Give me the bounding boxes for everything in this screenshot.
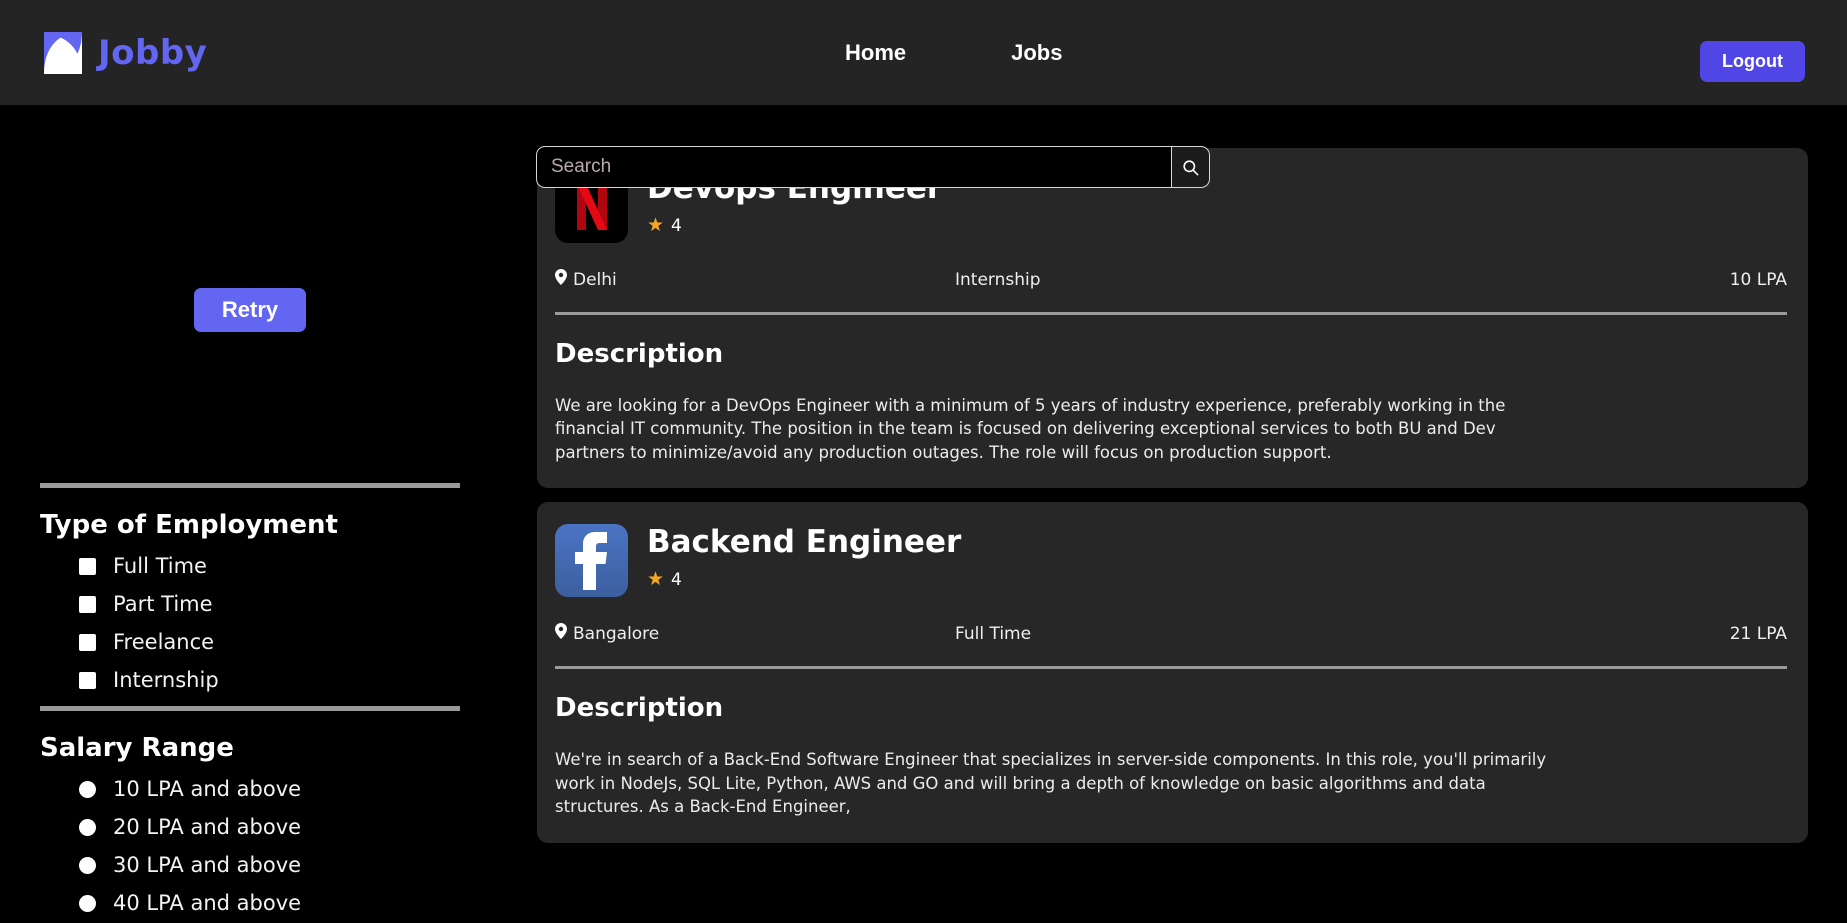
job-location-label: Bangalore <box>573 623 660 644</box>
job-description-text: We are looking for a DevOps Engineer wit… <box>555 396 1506 462</box>
job-location-label: Delhi <box>573 269 617 290</box>
checkbox-internship[interactable] <box>79 671 96 689</box>
salary-option-label: 30 LPA and above <box>113 853 302 877</box>
salary-filter-section: Salary Range 10 LPA and above 20 LPA and… <box>40 733 460 915</box>
star-icon: ★ <box>647 569 665 591</box>
job-description-heading: Description <box>555 339 724 369</box>
job-card-title-block: Backend Engineer ★ 4 <box>647 524 961 590</box>
job-list: Devops Engineer ★ 4 Delhi Internship 10 … <box>500 105 1847 923</box>
checkbox-freelance[interactable] <box>79 633 96 651</box>
employment-option-freelance[interactable]: Freelance <box>79 630 460 654</box>
salary-option-label: 40 LPA and above <box>113 891 302 915</box>
radio-20-lpa[interactable] <box>79 818 96 836</box>
salary-option-40lpa[interactable]: 40 LPA and above <box>79 891 460 915</box>
checkbox-full-time[interactable] <box>79 557 96 575</box>
salary-option-30lpa[interactable]: 30 LPA and above <box>79 853 460 877</box>
radio-40-lpa[interactable] <box>79 894 96 912</box>
job-employment-type: Full Time <box>955 623 1032 644</box>
radio-30-lpa[interactable] <box>79 856 96 874</box>
salary-option-10lpa[interactable]: 10 LPA and above <box>79 777 460 801</box>
job-location: Bangalore <box>555 623 955 644</box>
employment-option-label: Full Time <box>113 554 207 578</box>
retry-container: Retry <box>40 105 460 332</box>
job-description-heading: Description <box>555 693 724 724</box>
location-pin-icon <box>555 623 567 644</box>
job-title: Backend Engineer <box>647 524 962 561</box>
rating-value: 4 <box>671 569 682 590</box>
job-meta-row: Bangalore Full Time 21 LPA <box>555 623 1787 644</box>
employment-filter-list: Full Time Part Time Freelance Internship <box>40 554 460 692</box>
radio-10-lpa[interactable] <box>79 780 96 798</box>
job-card-header: Backend Engineer ★ 4 <box>555 524 1787 598</box>
nav-link-home[interactable]: Home <box>845 40 906 66</box>
employment-option-full-time[interactable]: Full Time <box>79 554 460 578</box>
job-employment-type: Internship <box>955 269 1041 290</box>
salary-filter-list: 10 LPA and above 20 LPA and above 30 LPA… <box>40 777 460 915</box>
salary-option-label: 20 LPA and above <box>113 815 302 839</box>
job-card[interactable]: Devops Engineer ★ 4 Delhi Internship 10 … <box>537 148 1808 489</box>
job-rating: ★ 4 <box>647 570 961 590</box>
job-meta-row: Delhi Internship 10 LPA <box>555 269 1787 290</box>
job-card-divider <box>555 312 1787 315</box>
job-card-divider <box>555 666 1787 670</box>
checkbox-part-time[interactable] <box>79 595 96 613</box>
search-bar <box>536 146 1210 188</box>
search-icon <box>1181 158 1200 177</box>
logout-button[interactable]: Logout <box>1700 41 1805 82</box>
brand-name: Jobby <box>98 32 208 73</box>
facebook-logo-icon <box>555 524 628 598</box>
employment-filter-title: Type of Employment <box>40 510 338 540</box>
job-card[interactable]: Backend Engineer ★ 4 Bangalore Full Time… <box>537 502 1808 843</box>
employment-option-label: Internship <box>113 668 219 692</box>
search-input[interactable] <box>536 146 1172 188</box>
job-description-text: We're in search of a Back-End Software E… <box>555 750 1547 817</box>
job-rating: ★ 4 <box>647 216 942 236</box>
page-content: Retry Type of Employment Full Time Part … <box>0 105 1847 923</box>
employment-filter-section: Type of Employment Full Time Part Time F… <box>40 510 460 692</box>
search-button[interactable] <box>1172 146 1210 188</box>
star-icon: ★ <box>647 215 665 237</box>
salary-option-20lpa[interactable]: 20 LPA and above <box>79 815 460 839</box>
salary-filter-title: Salary Range <box>40 733 234 763</box>
nav-link-jobs[interactable]: Jobs <box>1011 40 1062 66</box>
job-package: 21 LPA <box>1729 623 1787 644</box>
employment-option-label: Part Time <box>113 592 213 616</box>
employment-option-label: Freelance <box>113 630 215 654</box>
navbar: Jobby Home Jobs Logout <box>0 0 1847 105</box>
retry-button[interactable]: Retry <box>193 288 307 332</box>
nav-links: Home Jobs <box>845 0 1062 105</box>
rating-value: 4 <box>671 215 682 236</box>
job-package: 10 LPA <box>1729 269 1787 290</box>
filters-sidebar: Retry Type of Employment Full Time Part … <box>0 105 500 923</box>
employment-option-part-time[interactable]: Part Time <box>79 592 460 616</box>
sidebar-divider-top <box>40 483 460 488</box>
brand[interactable]: Jobby <box>42 30 207 76</box>
job-location: Delhi <box>555 269 955 290</box>
location-pin-icon <box>555 269 567 290</box>
salary-option-label: 10 LPA and above <box>113 777 302 801</box>
employment-option-internship[interactable]: Internship <box>79 668 460 692</box>
jobby-logo-icon <box>42 30 84 76</box>
sidebar-divider-middle <box>40 706 460 711</box>
